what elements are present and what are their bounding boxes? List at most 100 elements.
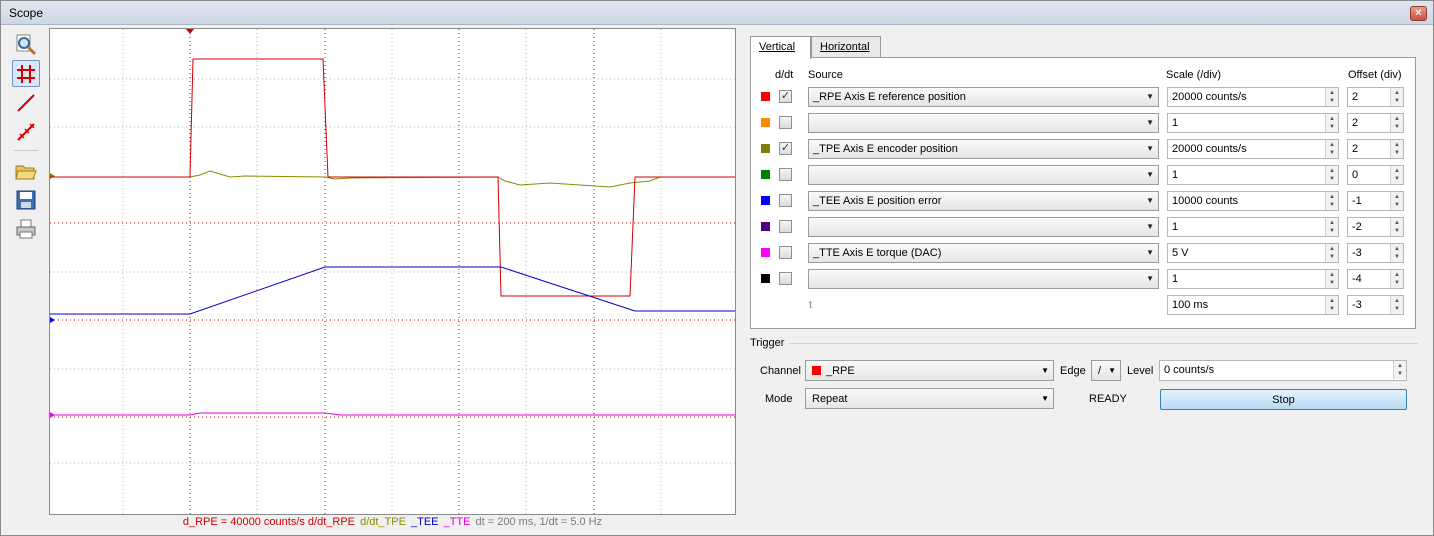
channel-row: ✓ _RPE Axis E reference position ▼ 20000 co… <box>751 85 1415 111</box>
offset-spinner[interactable]: ▲ ▼ <box>1390 140 1403 158</box>
trigger-level-spinner[interactable]: ▲ ▼ <box>1393 361 1406 379</box>
source-value: _TTE Axis E torque (DAC) <box>813 247 942 259</box>
offset-value: -1 <box>1352 195 1362 207</box>
scale-input[interactable]: 20000 counts/s ▲ ▼ <box>1167 87 1339 107</box>
trigger-channel-swatch <box>812 366 821 375</box>
scope-plot[interactable] <box>49 28 736 515</box>
source-select[interactable]: _TTE Axis E torque (DAC) ▼ <box>808 243 1159 263</box>
ddt-checkbox[interactable]: ✓ <box>779 90 792 103</box>
ddt-checkbox[interactable] <box>779 272 792 285</box>
channel-row: _TEE Axis E position error ▼ 10000 counts ▲… <box>751 189 1415 215</box>
title-bar: Scope ✕ <box>1 1 1433 25</box>
ddt-checkbox[interactable] <box>779 220 792 233</box>
offset-input[interactable]: -2 ▲ ▼ <box>1347 217 1404 237</box>
scale-input[interactable]: 1 ▲ ▼ <box>1167 165 1339 185</box>
trigger-level-input[interactable]: 0 counts/s ▲ ▼ <box>1159 360 1407 381</box>
scale-spinner[interactable]: ▲ ▼ <box>1325 192 1338 210</box>
ddt-checkbox[interactable] <box>779 116 792 129</box>
tab-horizontal[interactable]: Horizontal <box>811 36 881 58</box>
scale-input[interactable]: 1 ▲ ▼ <box>1167 269 1339 289</box>
chevron-down-icon: ▼ <box>1041 366 1049 375</box>
legend-dt: dt = 200 ms, 1/dt = 5.0 Hz <box>475 516 603 528</box>
chevron-down-icon: ▼ <box>1108 366 1116 375</box>
trigger-edge-select[interactable]: / ▼ <box>1091 360 1121 381</box>
offset-spinner[interactable]: ▲ ▼ <box>1390 114 1403 132</box>
offset-spinner[interactable]: ▲ ▼ <box>1390 88 1403 106</box>
chevron-down-icon: ▼ <box>1146 222 1154 231</box>
ddt-checkbox[interactable] <box>779 194 792 207</box>
scale-spinner[interactable]: ▲ ▼ <box>1325 244 1338 262</box>
stop-button[interactable]: Stop <box>1160 389 1407 410</box>
time-scale-input[interactable]: 100 ms ▲ ▼ <box>1167 295 1339 315</box>
offset-spinner[interactable]: ▲ ▼ <box>1390 270 1403 288</box>
scale-value: 5 V <box>1172 247 1189 259</box>
scale-spinner[interactable]: ▲ ▼ <box>1325 88 1338 106</box>
channel-color-swatch[interactable] <box>761 274 770 283</box>
channel-color-swatch[interactable] <box>761 170 770 179</box>
scale-spinner[interactable]: ▲ ▼ <box>1325 114 1338 132</box>
offset-input[interactable]: -1 ▲ ▼ <box>1347 191 1404 211</box>
scale-input[interactable]: 20000 counts/s ▲ ▼ <box>1167 139 1339 159</box>
tab-vertical[interactable]: Vertical <box>750 36 811 59</box>
time-scale-value: 100 ms <box>1172 299 1209 311</box>
channel-color-swatch[interactable] <box>761 144 770 153</box>
scale-input[interactable]: 10000 counts ▲ ▼ <box>1167 191 1339 211</box>
trigger-marker[interactable] <box>186 29 194 34</box>
trigger-channel-select[interactable]: _RPE ▼ <box>805 360 1054 381</box>
grid-icon[interactable] <box>12 60 40 87</box>
chevron-down-icon: ▼ <box>1146 196 1154 205</box>
source-select[interactable]: ▼ <box>808 113 1159 133</box>
offset-spinner[interactable]: ▲ ▼ <box>1390 192 1403 210</box>
offset-input[interactable]: 2 ▲ ▼ <box>1347 87 1404 107</box>
time-offset-input[interactable]: -3 ▲ ▼ <box>1347 295 1404 315</box>
channel-color-swatch[interactable] <box>761 248 770 257</box>
save-icon[interactable] <box>12 186 40 213</box>
scale-spinner[interactable]: ▲ ▼ <box>1325 270 1338 288</box>
legend-tee: _TEE <box>411 516 439 528</box>
scale-input[interactable]: 1 ▲ ▼ <box>1167 113 1339 133</box>
trigger-status: READY <box>1089 393 1127 405</box>
offset-input[interactable]: -4 ▲ ▼ <box>1347 269 1404 289</box>
scale-spinner[interactable]: ▲ ▼ <box>1325 166 1338 184</box>
time-scale-spinner[interactable]: ▲ ▼ <box>1325 296 1338 314</box>
header-ddt: d/dt <box>775 69 794 81</box>
offset-input[interactable]: 2 ▲ ▼ <box>1347 113 1404 133</box>
open-folder-icon[interactable] <box>12 157 40 184</box>
source-select[interactable]: ▼ <box>808 165 1159 185</box>
ddt-checkbox[interactable] <box>779 246 792 259</box>
time-offset-spinner[interactable]: ▲ ▼ <box>1390 296 1403 314</box>
channel-color-swatch[interactable] <box>761 222 770 231</box>
source-select[interactable]: ▼ <box>808 217 1159 237</box>
cursor-icon[interactable] <box>12 118 40 145</box>
ddt-checkbox[interactable] <box>779 168 792 181</box>
trigger-mode-select[interactable]: Repeat ▼ <box>805 388 1054 409</box>
offset-input[interactable]: -3 ▲ ▼ <box>1347 243 1404 263</box>
source-select[interactable]: _TEE Axis E position error ▼ <box>808 191 1159 211</box>
source-select[interactable]: ▼ <box>808 269 1159 289</box>
source-select[interactable]: _TPE Axis E encoder position ▼ <box>808 139 1159 159</box>
scale-input[interactable]: 1 ▲ ▼ <box>1167 217 1339 237</box>
offset-input[interactable]: 0 ▲ ▼ <box>1347 165 1404 185</box>
olive-channel-marker <box>50 173 55 179</box>
channel-color-swatch[interactable] <box>761 92 770 101</box>
legend-tte: _TTE <box>443 516 471 528</box>
offset-spinner[interactable]: ▲ ▼ <box>1390 166 1403 184</box>
scale-input[interactable]: 5 V ▲ ▼ <box>1167 243 1339 263</box>
print-icon[interactable] <box>12 215 40 242</box>
scale-spinner[interactable]: ▲ ▼ <box>1325 140 1338 158</box>
zoom-icon[interactable] <box>12 31 40 58</box>
ddt-checkbox[interactable]: ✓ <box>779 142 792 155</box>
chevron-down-icon: ▼ <box>1146 144 1154 153</box>
line-icon[interactable] <box>12 89 40 116</box>
offset-value: 2 <box>1352 143 1359 155</box>
offset-input[interactable]: 2 ▲ ▼ <box>1347 139 1404 159</box>
close-button[interactable]: ✕ <box>1410 6 1427 21</box>
channel-row: ▼ 1 ▲ ▼ 0 ▲ ▼ <box>751 163 1415 189</box>
source-select[interactable]: _RPE Axis E reference position ▼ <box>808 87 1159 107</box>
offset-spinner[interactable]: ▲ ▼ <box>1390 244 1403 262</box>
offset-spinner[interactable]: ▲ ▼ <box>1390 218 1403 236</box>
channel-color-swatch[interactable] <box>761 196 770 205</box>
scale-spinner[interactable]: ▲ ▼ <box>1325 218 1338 236</box>
channel-color-swatch[interactable] <box>761 118 770 127</box>
chevron-down-icon: ▼ <box>1146 248 1154 257</box>
